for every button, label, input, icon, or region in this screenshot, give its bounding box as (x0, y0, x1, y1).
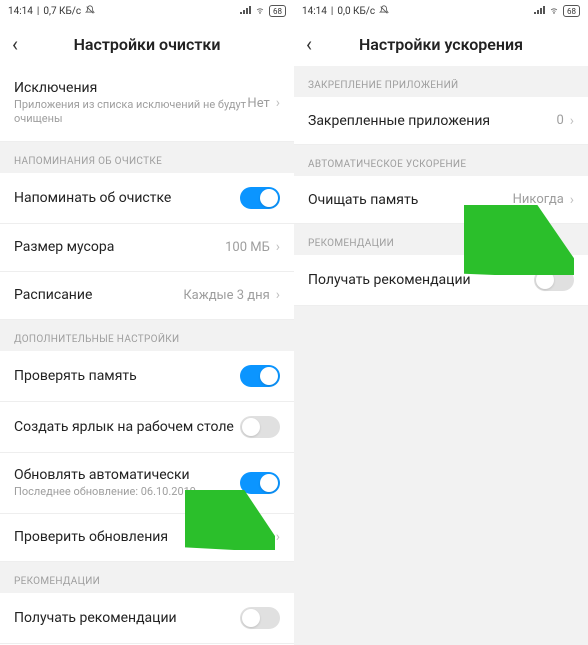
status-bar: 14:14 | 0,0 КБ/с 68 (294, 0, 588, 22)
reco-toggle[interactable] (240, 607, 280, 629)
trash-size-row[interactable]: Размер мусора 100 МБ › (0, 224, 294, 272)
signal-icon (239, 5, 251, 18)
shortcut-label: Создать ярлык на рабочем столе (14, 419, 234, 435)
section-reminders: НАПОМИНАНИЯ ОБ ОЧИСТКЕ (0, 142, 294, 173)
check-memory-toggle[interactable] (240, 365, 280, 387)
wifi-icon (548, 5, 560, 18)
shortcut-toggle[interactable] (240, 416, 280, 438)
chevron-right-icon: › (276, 529, 280, 545)
section-auto: АВТОМАТИЧЕСКОЕ УСКОРЕНИЕ (294, 145, 588, 176)
section-pin: ЗАКРЕПЛЕНИЕ ПРИЛОЖЕНИЙ (294, 66, 588, 97)
trash-label: Размер мусора (14, 239, 114, 255)
phone-left: 14:14 | 0,7 КБ/с 68 ‹ Настройки очистки … (0, 0, 294, 645)
chevron-right-icon: › (570, 192, 574, 208)
battery-icon: 68 (269, 5, 286, 17)
shortcut-row[interactable]: Создать ярлык на рабочем столе (0, 402, 294, 453)
section-reco-r: РЕКОМЕНДАЦИИ (294, 224, 588, 255)
back-button[interactable]: ‹ (12, 32, 18, 56)
phone-right: 14:14 | 0,0 КБ/с 68 ‹ Настройки ускорени… (294, 0, 588, 645)
battery-icon: 68 (563, 5, 580, 17)
wifi-icon (254, 5, 266, 18)
trash-value: 100 МБ (225, 240, 270, 255)
autoupdate-row[interactable]: Обновлять автоматически Последнее обновл… (0, 453, 294, 514)
schedule-label: Расписание (14, 287, 92, 303)
signal-icon (533, 5, 545, 18)
check-updates-row[interactable]: Проверить обновления › (0, 514, 294, 562)
autoupdate-label: Обновлять автоматически (14, 467, 240, 483)
autoupdate-toggle[interactable] (240, 472, 280, 494)
back-button[interactable]: ‹ (306, 32, 312, 56)
remind-row[interactable]: Напоминать об очистке (0, 173, 294, 224)
status-net: 0,0 КБ/с (337, 6, 375, 17)
pinned-apps-row[interactable]: Закрепленные приложения 0 › (294, 97, 588, 145)
status-time: 14:14 (8, 6, 33, 17)
exceptions-row[interactable]: Исключения Приложения из списка исключен… (0, 66, 294, 142)
exceptions-value: Нет (247, 96, 269, 111)
clear-memory-value: Никогда (513, 192, 564, 207)
reco-label: Получать рекомендации (14, 610, 177, 626)
reco-row[interactable]: Получать рекомендации (0, 593, 294, 644)
schedule-row[interactable]: Расписание Каждые 3 дня › (0, 272, 294, 320)
header: ‹ Настройки ускорения (294, 22, 588, 66)
remind-toggle[interactable] (240, 187, 280, 209)
page-title: Настройки очистки (0, 35, 294, 54)
exceptions-sub: Приложения из списка исключений не будут… (14, 98, 247, 127)
reco-toggle-r[interactable] (534, 269, 574, 291)
chevron-right-icon: › (276, 287, 280, 303)
clear-memory-label: Очищать память (308, 192, 418, 208)
autoupdate-sub: Последнее обновление: 06.10.2019 (14, 485, 240, 499)
page-title: Настройки ускорения (294, 35, 588, 54)
header: ‹ Настройки очистки (0, 22, 294, 66)
remind-label: Напоминать об очистке (14, 190, 171, 206)
chevron-right-icon: › (276, 95, 280, 111)
exceptions-title: Исключения (14, 80, 247, 96)
reco-label-r: Получать рекомендации (308, 272, 471, 288)
check-memory-row[interactable]: Проверять память (0, 351, 294, 402)
section-reco: РЕКОМЕНДАЦИИ (0, 562, 294, 593)
pinned-apps-value: 0 (556, 113, 563, 128)
chevron-right-icon: › (570, 113, 574, 129)
content: Исключения Приложения из списка исключен… (0, 66, 294, 645)
pinned-apps-label: Закрепленные приложения (308, 113, 490, 129)
status-time: 14:14 (302, 6, 327, 17)
reco-row-r[interactable]: Получать рекомендации (294, 255, 588, 306)
dnd-icon (379, 5, 389, 18)
schedule-value: Каждые 3 дня (183, 288, 269, 303)
content: ЗАКРЕПЛЕНИЕ ПРИЛОЖЕНИЙ Закрепленные прил… (294, 66, 588, 645)
section-extra: ДОПОЛНИТЕЛЬНЫЕ НАСТРОЙКИ (0, 320, 294, 351)
dnd-icon (85, 5, 95, 18)
status-net: 0,7 КБ/с (43, 6, 81, 17)
chevron-right-icon: › (276, 239, 280, 255)
check-memory-label: Проверять память (14, 368, 137, 384)
clear-memory-row[interactable]: Очищать память Никогда › (294, 176, 588, 224)
check-updates-label: Проверить обновления (14, 529, 168, 545)
status-bar: 14:14 | 0,7 КБ/с 68 (0, 0, 294, 22)
